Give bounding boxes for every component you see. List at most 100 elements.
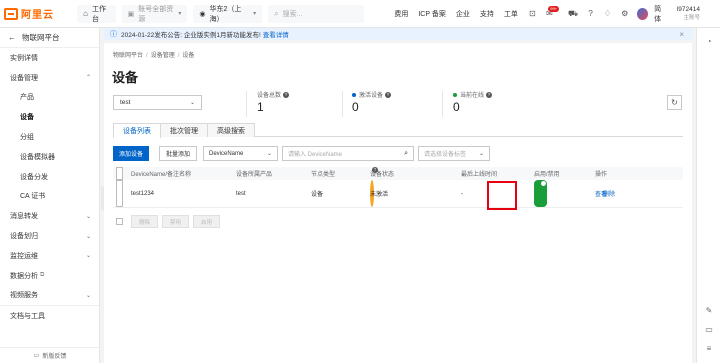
announcement-link[interactable]: 查看详情 [263, 29, 289, 39]
refresh-icon: ↻ [671, 98, 678, 107]
help-circle-icon[interactable]: ◔ [704, 37, 714, 47]
help-icon[interactable]: ? [586, 9, 595, 19]
filter-icon[interactable]: ▽ [373, 167, 377, 180]
breadcrumb-item[interactable]: 物联网平台 [113, 53, 143, 59]
sidebar-item-product[interactable]: 产品 [0, 88, 99, 108]
sidebar-item-label: 设备管理 [10, 74, 38, 82]
sidebar-item-group[interactable]: 分组 [0, 127, 99, 147]
sidebar-back-label: 物联网平台 [22, 33, 60, 42]
top-link-enterprise[interactable]: 企业 [456, 9, 470, 19]
feedback-link[interactable]: ▭ 新版反馈 [0, 347, 100, 363]
top-link-support[interactable]: 支持 [480, 9, 494, 19]
lightbulb-icon[interactable]: ♢ [603, 9, 612, 19]
sidebar-item-device[interactable]: 设备 [0, 107, 99, 127]
account-avatar-icon[interactable] [637, 7, 649, 20]
arrow-left-icon: ← [8, 33, 16, 42]
language-switch[interactable]: 简体 [654, 4, 667, 24]
top-link-billing[interactable]: 费用 [394, 9, 408, 19]
aliyun-logo[interactable]: 阿里云 [0, 0, 73, 28]
feedback-label: 新版反馈 [42, 354, 67, 360]
device-search-placeholder: 请输入 DeviceName [288, 152, 343, 158]
announcement-bar: ⓘ 2024-01-22发布公告: 企业版实例1月新功能发布! 查看详情 × [104, 28, 692, 40]
device-tag-select[interactable]: 请选择设备标签 ⌄ [418, 146, 490, 161]
sidebar-back-link[interactable]: ← 物联网平台 [0, 28, 99, 48]
refresh-button[interactable]: ↻ [667, 95, 682, 110]
stat-value: 0 [352, 100, 359, 114]
user-menu[interactable]: l972414 主账号 [677, 6, 720, 22]
sidebar-item-video-service[interactable]: 视频服务 ⌄ [0, 286, 99, 306]
bulk-disable-button[interactable]: 禁用 [162, 215, 190, 228]
cell-status: 未激活 [370, 192, 389, 198]
region-select[interactable]: ◉ 华东2（上海） ▾ [193, 4, 263, 23]
enable-toggle[interactable] [534, 180, 547, 207]
device-search-input[interactable]: 请输入 DeviceName ⌕ [282, 146, 414, 161]
sidebar-item-docs-tools[interactable]: 文档与工具 [0, 305, 99, 325]
add-device-button[interactable]: 添加设备 [113, 146, 150, 161]
chat-icon[interactable]: ▭ [704, 325, 714, 335]
home-icon: ⌂ [83, 9, 88, 18]
toolbar: 添加设备 批量添加 DeviceName ⌄ 请输入 DeviceName ⌕ … [113, 146, 683, 161]
close-icon[interactable]: × [679, 30, 684, 39]
sidebar-item-ca-certificate[interactable]: CA 证书 [0, 187, 99, 207]
global-search-input[interactable]: ⌕ 搜索... [268, 4, 365, 23]
help-icon[interactable]: ? [283, 91, 290, 98]
menu-icon[interactable]: ≡ [704, 344, 714, 354]
bulk-select-checkbox[interactable] [116, 218, 123, 225]
select-all-checkbox[interactable] [116, 167, 123, 180]
sidebar-item-device-allocation[interactable]: 设备划归 ⌄ [0, 226, 99, 246]
sidebar-item-data-analysis[interactable]: 数据分析 ⧉ [0, 266, 99, 286]
sidebar-item-device-management[interactable]: 设备管理 ⌃ [0, 68, 99, 88]
top-icons: ⊡ ✉ 99+ ⛟ ? ♢ ⚙ 简体 [528, 4, 677, 24]
cell-last-online: - [461, 190, 463, 197]
bulk-actions: 删除 禁用 启用 [113, 215, 221, 228]
feedback-icon: ▭ [33, 353, 40, 359]
sidebar-item-label: 设备模拟器 [20, 153, 55, 161]
code-icon[interactable]: ⊡ [528, 9, 537, 19]
account-resource-select[interactable]: ▣ 账号全部资源 ▾ [121, 4, 188, 23]
highlight-annotation [487, 181, 517, 210]
sidebar-item-label: CA 证书 [20, 193, 46, 201]
sidebar-item-monitoring-ops[interactable]: 监控运维 ⌄ [0, 246, 99, 266]
breadcrumb-item: 设备 [182, 53, 195, 59]
tab-device-list[interactable]: 设备列表 [113, 123, 161, 138]
batch-add-button[interactable]: 批量添加 [159, 146, 198, 161]
search-icon: ⌕ [274, 8, 279, 18]
cell-product: test [236, 190, 246, 197]
sidebar-item-message-forwarding[interactable]: 消息转发 ⌄ [0, 206, 99, 226]
sidebar-item-device-distribution[interactable]: 设备分发 [0, 167, 99, 187]
chevron-up-icon: ⌃ [85, 75, 91, 82]
stat-label: 当前在线 [460, 93, 485, 99]
breadcrumb-item[interactable]: 设备管理 [151, 53, 175, 59]
sidebar-item-instance-details[interactable]: 实例详情 [0, 48, 99, 68]
tab-advanced-search[interactable]: 高级搜索 [207, 123, 255, 137]
chevron-down-icon: ⌄ [85, 213, 91, 220]
chevron-down-icon: ⌄ [85, 292, 91, 299]
sidebar-item-label: 视频服务 [10, 292, 38, 300]
help-icon[interactable]: ? [486, 91, 493, 98]
search-icon[interactable]: ⌕ [404, 150, 408, 158]
search-field-select[interactable]: DeviceName ⌄ [203, 146, 278, 161]
edit-icon[interactable]: ✎ [704, 306, 714, 316]
help-icon[interactable]: ? [385, 91, 392, 98]
sidebar-item-label: 实例详情 [10, 54, 38, 62]
top-link-ticket[interactable]: 工单 [504, 9, 518, 19]
workbench-button[interactable]: ⌂ 工作台 [77, 4, 116, 23]
bulk-delete-button[interactable]: 删除 [131, 215, 159, 228]
chevron-down-icon: ⌄ [85, 253, 91, 260]
tab-batch-management[interactable]: 批次管理 [160, 123, 208, 137]
settings-icon[interactable]: ⚙ [620, 9, 629, 19]
notification-icon[interactable]: ✉ 99+ [545, 5, 560, 19]
row-checkbox[interactable] [116, 180, 123, 207]
location-icon: ◉ [199, 10, 206, 18]
bulk-enable-button[interactable]: 启用 [193, 215, 221, 228]
product-select[interactable]: test ⌄ [113, 95, 202, 110]
top-link-icp[interactable]: ICP 备案 [418, 9, 446, 19]
device-table: DeviceName/备注名称 设备所属产品 节点类型 设备状态? ▽ 最后上线时… [113, 167, 683, 208]
top-links: 费用 ICP 备案 企业 支持 工单 [394, 9, 528, 19]
divider [246, 91, 247, 117]
delete-link[interactable]: 删除 [603, 180, 615, 207]
sidebar-item-device-simulator[interactable]: 设备模拟器 [0, 147, 99, 167]
workbench-label: 工作台 [92, 5, 106, 23]
cart-icon[interactable]: ⛟ [568, 9, 578, 19]
chevron-down-icon: ▾ [178, 11, 182, 17]
